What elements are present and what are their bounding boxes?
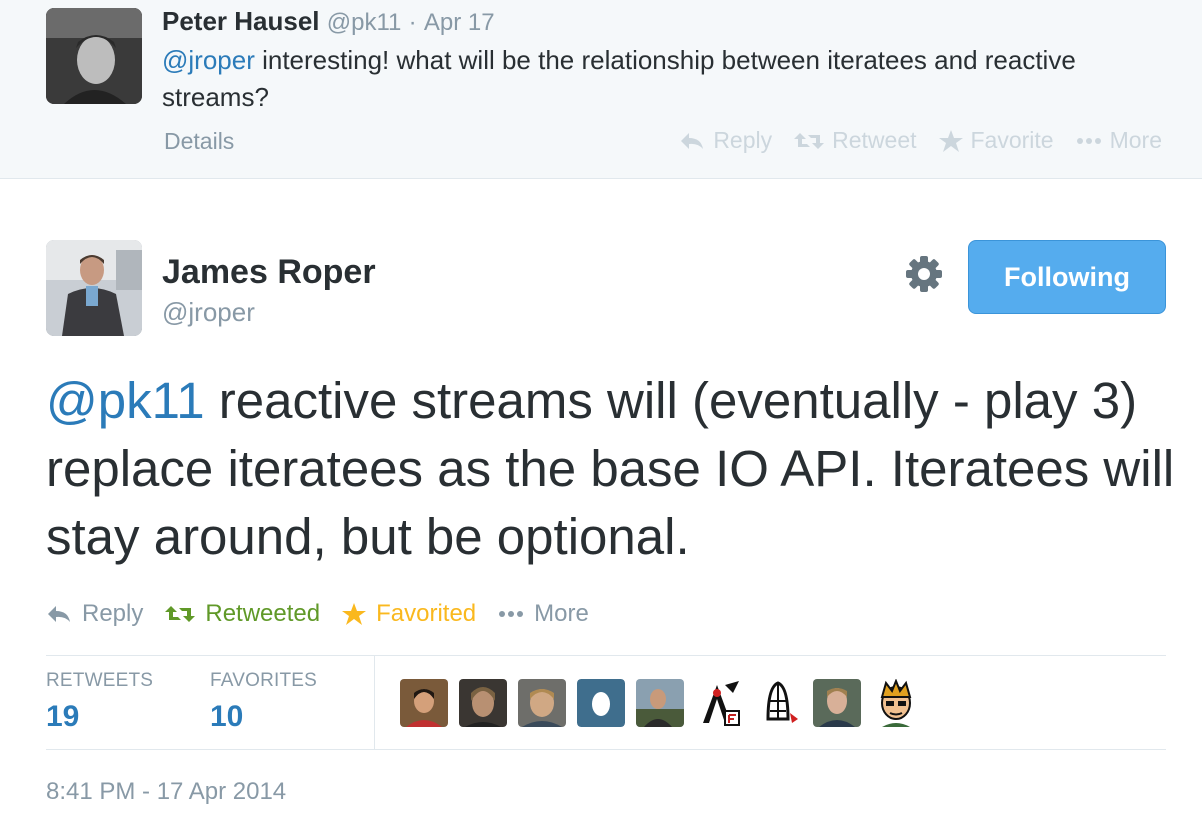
more-label: More — [1109, 127, 1162, 153]
retweets-count: 19 — [46, 700, 80, 733]
favorites-stat[interactable]: FAVORITES 10 — [210, 670, 317, 734]
reply-icon — [48, 606, 70, 622]
more-icon — [1076, 137, 1101, 144]
reply-icon — [681, 132, 704, 149]
reply-button[interactable]: Reply — [46, 600, 143, 628]
user-avatar[interactable] — [695, 679, 743, 727]
retweet-button[interactable]: Retweeted — [165, 600, 320, 628]
faces-list — [400, 679, 931, 727]
author-handle[interactable]: @jroper — [162, 297, 255, 328]
reply-label: Reply — [713, 127, 773, 153]
user-avatar[interactable] — [813, 679, 861, 727]
tweet-actions: Reply Retweeted Favorited More — [46, 600, 611, 628]
separator: · — [408, 9, 417, 36]
tweet-text: @jroper interesting! what will be the re… — [162, 42, 1122, 116]
favorite-button[interactable]: Favorited — [342, 600, 476, 628]
retweet-button[interactable]: Retweet — [794, 127, 917, 154]
reply-tweet[interactable]: Peter Hausel @pk11 · Apr 17 @jroper inte… — [0, 0, 1202, 179]
gear-icon[interactable] — [902, 252, 946, 296]
tweet-timestamp: 8:41 PM - 17 Apr 2014 — [46, 778, 287, 805]
stats-divider — [374, 656, 375, 749]
tweet-date[interactable]: Apr 17 — [424, 9, 495, 36]
user-avatar[interactable] — [459, 679, 507, 727]
more-button[interactable]: More — [498, 600, 589, 628]
star-icon — [938, 129, 963, 152]
favorite-label: Favorite — [970, 127, 1054, 153]
user-avatar[interactable] — [754, 679, 802, 727]
avatar[interactable] — [46, 8, 142, 104]
tweet-text: @pk11 reactive streams will (eventually … — [46, 367, 1176, 571]
mention-link[interactable]: @jroper — [162, 45, 255, 75]
more-label: More — [534, 600, 589, 627]
star-icon — [342, 603, 367, 625]
more-icon — [499, 611, 524, 617]
author-name[interactable]: James Roper — [162, 253, 376, 292]
user-avatar[interactable] — [400, 679, 448, 727]
favorites-count: 10 — [210, 700, 244, 733]
favorited-label: Favorited — [376, 600, 477, 627]
retweeted-label: Retweeted — [205, 600, 321, 627]
user-avatar[interactable] — [518, 679, 566, 727]
retweet-label: Retweet — [832, 127, 917, 153]
user-avatar[interactable] — [577, 679, 625, 727]
favorites-label: FAVORITES — [210, 670, 318, 691]
reply-header: Peter Hausel @pk11 · Apr 17 — [162, 6, 495, 37]
user-avatar[interactable] — [636, 679, 684, 727]
mention-link[interactable]: @pk11 — [46, 372, 205, 429]
reply-button[interactable]: Reply — [679, 127, 772, 154]
tweet-body: interesting! what will be the relationsh… — [162, 45, 1076, 112]
favorite-button[interactable]: Favorite — [938, 127, 1054, 154]
retweet-icon — [165, 606, 196, 622]
avatar[interactable] — [46, 240, 142, 336]
user-avatar[interactable] — [872, 679, 920, 727]
stats-bar: RETWEETS 19 FAVORITES 10 — [46, 655, 1166, 750]
author-handle[interactable]: @pk11 — [327, 9, 402, 36]
retweets-label: RETWEETS — [46, 670, 154, 691]
tweet-body: reactive streams will (eventually - play… — [46, 372, 1175, 565]
author-name[interactable]: Peter Hausel — [162, 6, 320, 36]
reply-label: Reply — [82, 600, 144, 627]
details-link[interactable]: Details — [164, 128, 234, 155]
retweet-icon — [794, 132, 825, 149]
more-button[interactable]: More — [1076, 127, 1162, 154]
following-button[interactable]: Following — [968, 240, 1166, 314]
reply-actions: Reply Retweet Favorite More — [657, 127, 1162, 154]
retweets-stat[interactable]: RETWEETS 19 — [46, 670, 153, 734]
